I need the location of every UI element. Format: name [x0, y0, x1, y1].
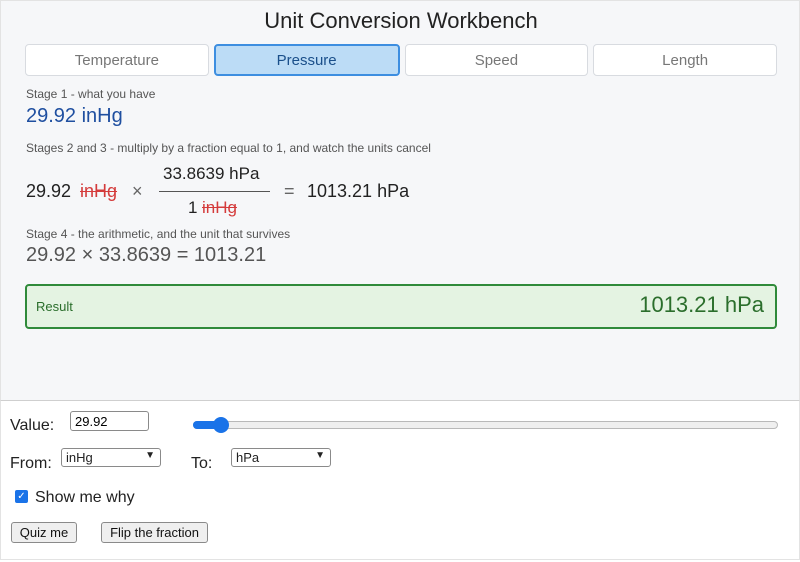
- value-label: Value:: [10, 417, 55, 434]
- chevron-down-icon: ▼: [315, 450, 325, 461]
- from-unit-value: inHg: [66, 450, 93, 465]
- workbench-panel: Unit Conversion Workbench Temperature Pr…: [0, 0, 800, 400]
- input-number: 29.92: [26, 181, 72, 201]
- equals-sign: =: [284, 181, 295, 201]
- result-box: Result 1013.21 hPa: [25, 284, 777, 329]
- stage1-value: 29.92 inHg: [26, 105, 123, 127]
- show-why-label[interactable]: Show me why: [35, 489, 135, 507]
- equation-result: 1013.21 hPa: [307, 181, 410, 201]
- fraction-numerator: 33.8639 hPa: [163, 164, 260, 183]
- fraction-bar: [159, 191, 270, 192]
- value-slider[interactable]: [193, 417, 778, 433]
- show-why-checkbox[interactable]: ✓: [15, 490, 28, 503]
- arithmetic-expression: 29.92 × 33.8639 = 1013.21: [26, 244, 267, 266]
- cancelled-input-unit: inHg: [80, 181, 118, 201]
- to-unit-value: hPa: [236, 450, 260, 465]
- to-label: To:: [191, 455, 213, 472]
- checkmark-icon: ✓: [17, 491, 26, 502]
- category-tabs: Temperature Pressure Speed Length: [25, 44, 777, 76]
- tab-speed[interactable]: Speed: [404, 44, 589, 76]
- result-label: Result: [36, 299, 73, 314]
- from-label: From:: [10, 455, 52, 472]
- tab-temperature[interactable]: Temperature: [25, 44, 209, 76]
- controls-panel: Value: From: inHg ▼ To: hPa ▼ ✓ Show me …: [0, 400, 800, 560]
- from-unit-select[interactable]: inHg ▼: [61, 448, 161, 467]
- tab-length[interactable]: Length: [593, 44, 777, 76]
- tab-pressure[interactable]: Pressure: [213, 44, 400, 76]
- flip-fraction-button[interactable]: Flip the fraction: [101, 522, 208, 543]
- slider-thumb[interactable]: [213, 417, 229, 433]
- page-title: Unit Conversion Workbench: [264, 8, 538, 33]
- result-value: 1013.21 hPa: [639, 292, 764, 317]
- to-unit-select[interactable]: hPa ▼: [231, 448, 331, 467]
- fraction-denominator-number: 1: [188, 198, 198, 217]
- value-input[interactable]: [70, 411, 149, 431]
- stage23-label: Stages 2 and 3 - multiply by a fraction …: [26, 141, 431, 155]
- times-sign: ×: [132, 181, 143, 201]
- stage4-label: Stage 4 - the arithmetic, and the unit t…: [26, 227, 291, 241]
- cancelled-denominator-unit: inHg: [202, 198, 237, 217]
- slider-track[interactable]: [193, 421, 778, 429]
- stage1-label: Stage 1 - what you have: [26, 87, 156, 101]
- chevron-down-icon: ▼: [145, 450, 155, 461]
- quiz-button[interactable]: Quiz me: [11, 522, 77, 543]
- cancellation-equation: 29.92 inHg × 33.8639 hPa 1 inHg = 1013.2…: [26, 161, 626, 221]
